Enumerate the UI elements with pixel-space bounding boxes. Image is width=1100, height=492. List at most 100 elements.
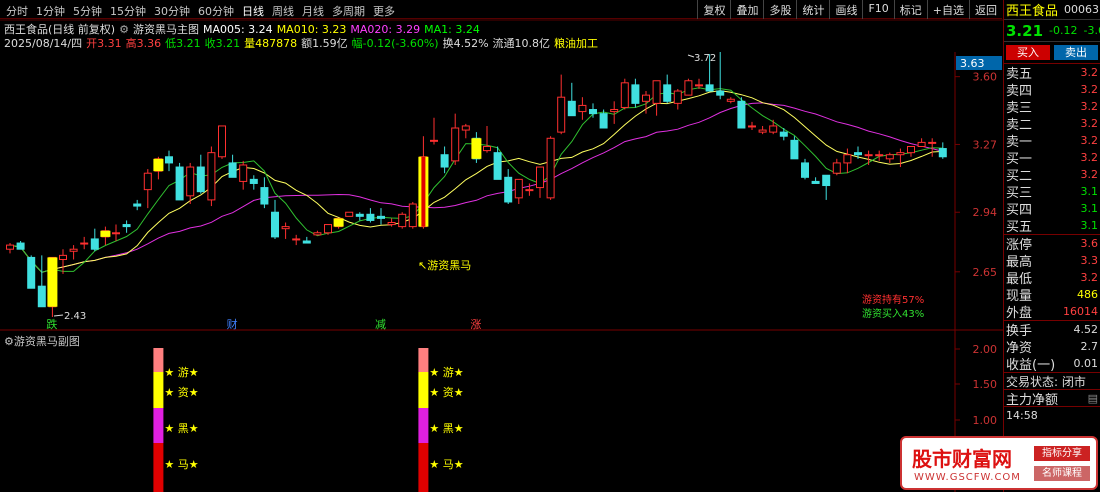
candle-body <box>69 248 78 252</box>
candle-body <box>673 90 682 104</box>
stats-value: 486 <box>1077 288 1098 301</box>
candle-body <box>758 129 767 133</box>
orders-row: 卖二 3.2 <box>1004 115 1100 132</box>
stats-row: 涨停 3.6 <box>1004 235 1100 252</box>
candle-body <box>885 154 894 160</box>
orders-label: 卖四 <box>1006 84 1033 98</box>
orders-label: 买二 <box>1006 169 1033 183</box>
candle-body <box>854 152 862 156</box>
orders-value: 3.1 <box>1080 202 1099 215</box>
candle-body <box>122 224 131 228</box>
candle-body <box>281 226 290 230</box>
candle-body <box>345 211 354 217</box>
candle-body <box>292 238 301 241</box>
candle-body <box>557 96 566 133</box>
candle-body <box>896 152 905 156</box>
candle-body <box>271 211 279 238</box>
yzhm-annotation: ↖游资黑马 <box>418 259 471 272</box>
stats2-value: 4.52 <box>1073 323 1099 336</box>
candle-body <box>461 125 470 131</box>
candle-body <box>695 84 703 87</box>
stats2-label: 换手 <box>1006 324 1033 338</box>
candle-body <box>430 139 438 142</box>
sub-chart-name: 游资黑马副图 <box>13 335 80 348</box>
buy-button[interactable]: 买入 <box>1006 45 1050 60</box>
candle-body <box>504 176 513 203</box>
sub-bar-label: ★ 黑★ <box>429 422 463 435</box>
stats-label: 涨停 <box>1006 238 1033 252</box>
stats-label: 现量 <box>1006 289 1033 303</box>
sell-button[interactable]: 卖出 <box>1054 45 1098 60</box>
grid-icon[interactable]: ▤ <box>1088 392 1098 405</box>
signal-label: 涨 <box>470 318 481 331</box>
sub-y-axis-label: 1.50 <box>973 378 998 391</box>
candle-body <box>112 232 120 235</box>
candle-body <box>398 213 407 228</box>
candle-body <box>737 100 746 129</box>
quote-header: 西王食品 00063 <box>1004 0 1100 19</box>
sub-bar-label: ★ 游★ <box>429 366 463 379</box>
sub-bar <box>418 443 429 492</box>
candle-body <box>366 213 375 221</box>
stats-label: 最低 <box>1006 272 1033 286</box>
watermark-tag-course: 名师课程 <box>1034 466 1090 481</box>
sub-bar-label: ★ 游★ <box>164 366 198 379</box>
sub-chart-title: ⚙游资黑马副图 <box>4 333 80 349</box>
orders-value: 3.2 <box>1080 66 1099 79</box>
orders-row: 买三 3.1 <box>1004 183 1100 200</box>
candle-body <box>249 178 258 184</box>
sub-bar <box>153 348 164 372</box>
highlight-core <box>421 156 426 227</box>
orders-value: 3.2 <box>1080 83 1099 96</box>
candle-body <box>90 238 99 250</box>
stats-label: 外盘 <box>1006 306 1033 320</box>
orders-label: 卖三 <box>1006 101 1033 115</box>
orders-row: 卖三 3.2 <box>1004 98 1100 115</box>
kline-chart[interactable]: 3.60 3.27 2.94 2.65 3.63 3.72 2.43 ↖游资黑马跌 财 减 涨 游资持… <box>0 0 1003 492</box>
sub-gear-icon[interactable]: ⚙ <box>4 335 14 348</box>
orders-label: 买三 <box>1006 186 1033 200</box>
orders-value: 3.2 <box>1080 168 1099 181</box>
candle-body <box>37 285 46 308</box>
orders-value: 3.2 <box>1080 100 1099 113</box>
candle-body <box>546 137 555 199</box>
quote-time: 14:58 <box>1006 408 1038 422</box>
candle-body <box>324 224 332 234</box>
y-axis-label: 3.27 <box>973 138 998 151</box>
signal-label: 财 <box>227 317 238 331</box>
orders-value: 3.1 <box>1080 185 1099 198</box>
quote-stats-2: 换手 4.52 净资 2.7 收益(一) 0.01 <box>1004 320 1100 372</box>
stats2-row: 净资 2.7 <box>1004 338 1100 355</box>
orders-row: 买五 3.1 <box>1004 217 1100 234</box>
sub-bar <box>153 372 164 408</box>
candle-body <box>748 125 756 128</box>
candle-body <box>27 256 36 289</box>
sub-bar <box>418 372 429 408</box>
highlight-candle <box>333 218 344 227</box>
trade-status-row: 交易状态: 闭市 <box>1004 372 1100 389</box>
stats-row: 外盘 16014 <box>1004 303 1100 320</box>
site-watermark: 股市财富网 WWW.GSCFW.COM 指标分享 名师课程 <box>900 436 1098 490</box>
candle-body <box>726 98 735 102</box>
candle-body <box>567 100 576 117</box>
candle-body <box>631 84 640 104</box>
candle-body <box>578 104 587 113</box>
main-flow-label[interactable]: 主力净额 <box>1006 390 1058 407</box>
candle-body <box>907 145 915 154</box>
orders-label: 卖二 <box>1006 118 1033 132</box>
high-label: 3.72 <box>694 53 716 64</box>
order-book: 卖五 3.2 卖四 3.2 卖三 3.2 卖二 3.2 卖一 3.2 买一 3.2 买二 3.2 买三 3.1… <box>1004 63 1100 234</box>
stats-value: 16014 <box>1063 305 1098 318</box>
y-axis-label: 2.65 <box>973 266 998 279</box>
orders-row: 买二 3.2 <box>1004 166 1100 183</box>
orders-row: 卖五 3.2 <box>1004 64 1100 81</box>
candle-body <box>525 189 534 192</box>
stats2-label: 净资 <box>1006 341 1033 355</box>
stock-chart-window: 分时 1分钟 5分钟 15分钟 30分钟 60分钟 日线 周线 月线 多周期 更多 复权 叠加 多股 统计… <box>0 0 1100 492</box>
price-tag: 3.63 <box>960 57 985 70</box>
candle-body <box>451 127 460 162</box>
main-flow-row[interactable]: 主力净额 ▤ <box>1004 389 1100 406</box>
sub-bar-label: ★ 马★ <box>164 458 198 471</box>
buy-text: 游资买入43% <box>862 307 924 320</box>
candle-body <box>928 141 937 144</box>
